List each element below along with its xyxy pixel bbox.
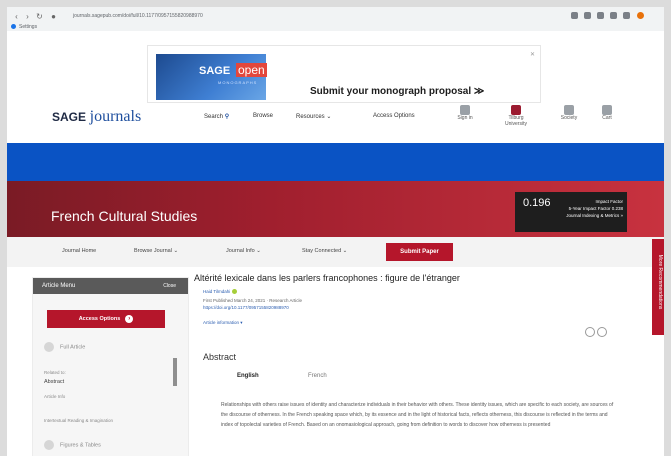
star-icon[interactable] [584,12,591,19]
nav-browse[interactable]: Browse [253,113,273,119]
puzzle-icon[interactable] [597,12,604,19]
tab-english[interactable]: English [237,373,259,379]
menu-intertextual[interactable]: Intertextual Reading & Imagination [44,417,154,424]
search-icon: ⚲ [224,114,230,120]
doi-link[interactable]: https://doi.org/10.1177/0957155820988970 [203,305,289,311]
nav-browse-journal[interactable]: Browse Journal ⌄ [134,248,178,254]
impact-number: 0.196 [523,197,551,209]
browser-toolbar: ‹ › ↻ ● journals.sagepub.com/doi/full/10… [7,7,664,31]
article-icon [44,342,54,352]
nav-journal-info[interactable]: Journal Info ⌄ [226,248,261,254]
institution-button[interactable]: Tilburg University [501,105,531,127]
institution-icon [511,105,521,115]
menu-list-icon[interactable] [610,12,617,19]
ad-brand: SAGE [199,65,231,77]
submit-paper-button[interactable]: Submit Paper [386,243,453,261]
impact-labels: Impact Factor 5-Year Impact Factor 0.238… [566,199,623,218]
window-icon[interactable] [623,12,630,19]
article-title: Altérité lexicale dans les parlers franc… [194,273,460,283]
bookmark-settings[interactable]: Settings [11,24,37,31]
recommendations-tab[interactable]: More Recommendations [652,239,664,335]
orcid-icon [231,289,237,295]
publish-info: First Published March 24, 2021 · Researc… [203,298,303,303]
site-nav-band [7,143,664,181]
settings-icon [11,24,16,30]
reload-icon[interactable]: ↻ [35,12,44,21]
menu-abstract[interactable]: Abstract [44,379,64,385]
nav-access-options[interactable]: Access Options [373,113,415,119]
cart-icon [602,105,612,115]
lock-icon: ● [51,12,56,21]
chevron-right-icon: › [125,315,134,323]
ad-tagline: MONOGRAPHS [218,80,258,85]
access-options-button[interactable]: Access Options › [47,310,165,328]
browser-window: ‹ › ↻ ● journals.sagepub.com/doi/full/10… [7,7,664,456]
user-icon [460,105,470,115]
extension-icon[interactable] [571,12,578,19]
article-menu: Article Menu Close Access Options › Full … [32,277,189,456]
menu-full-article[interactable]: Full Article [44,342,85,352]
abstract-text: Relationships with others raise issues o… [221,402,614,428]
journal-nav: Journal Home Browse Journal ⌄ Journal In… [7,237,664,267]
sign-in-button[interactable]: Sign in [450,105,480,121]
menu-scrollbar[interactable] [173,358,177,386]
sage-journals-logo[interactable]: SAGE journals [52,108,141,126]
nav-journal-home[interactable]: Journal Home [62,248,96,254]
society-icon [564,105,574,115]
society-button[interactable]: Society [554,105,584,121]
impact-factor-box[interactable]: 0.196 Impact Factor 5-Year Impact Factor… [515,192,627,232]
abstract-heading: Abstract [203,352,237,362]
address-bar[interactable]: journals.sagepub.com/doi/full/10.1177/09… [73,11,473,22]
figures-icon [44,440,54,450]
article-tools [583,327,607,339]
back-icon[interactable]: ‹ [12,12,21,21]
menu-figures[interactable]: Figures & Tables [44,440,101,450]
ad-text[interactable]: Submit your monograph proposal ≫ [310,86,484,97]
lock-icon[interactable] [585,327,595,337]
author-link[interactable]: Haid Tilmdahi [203,289,237,295]
share-icon[interactable] [597,327,607,337]
ad-banner[interactable]: SAGE open MONOGRAPHS Submit your monogra… [147,45,541,103]
ad-brand-suffix: open [236,63,267,77]
close-menu-button[interactable]: Close [163,283,176,289]
journal-banner: French Cultural Studies 0.196 Impact Fac… [7,181,664,237]
nav-stay-connected[interactable]: Stay Connected ⌄ [302,248,347,254]
article-info-toggle[interactable]: Article information ▾ [203,320,243,326]
cart-button[interactable]: Cart [592,105,622,121]
journal-title[interactable]: French Cultural Studies [51,208,197,224]
article-menu-header: Article Menu Close [33,278,188,294]
menu-article-info[interactable]: Article Info [44,394,65,399]
nav-search[interactable]: Search ⚲ [204,113,229,120]
menu-related: Related to: [44,370,66,375]
forward-icon[interactable]: › [23,12,32,21]
nav-resources[interactable]: Resources ⌄ [296,113,331,120]
close-icon[interactable]: ✕ [530,51,535,58]
profile-icon[interactable] [637,12,644,19]
chevron-down-icon: ⌄ [326,114,332,120]
ad-image: SAGE open MONOGRAPHS [156,54,267,100]
tab-french[interactable]: French [308,373,327,379]
